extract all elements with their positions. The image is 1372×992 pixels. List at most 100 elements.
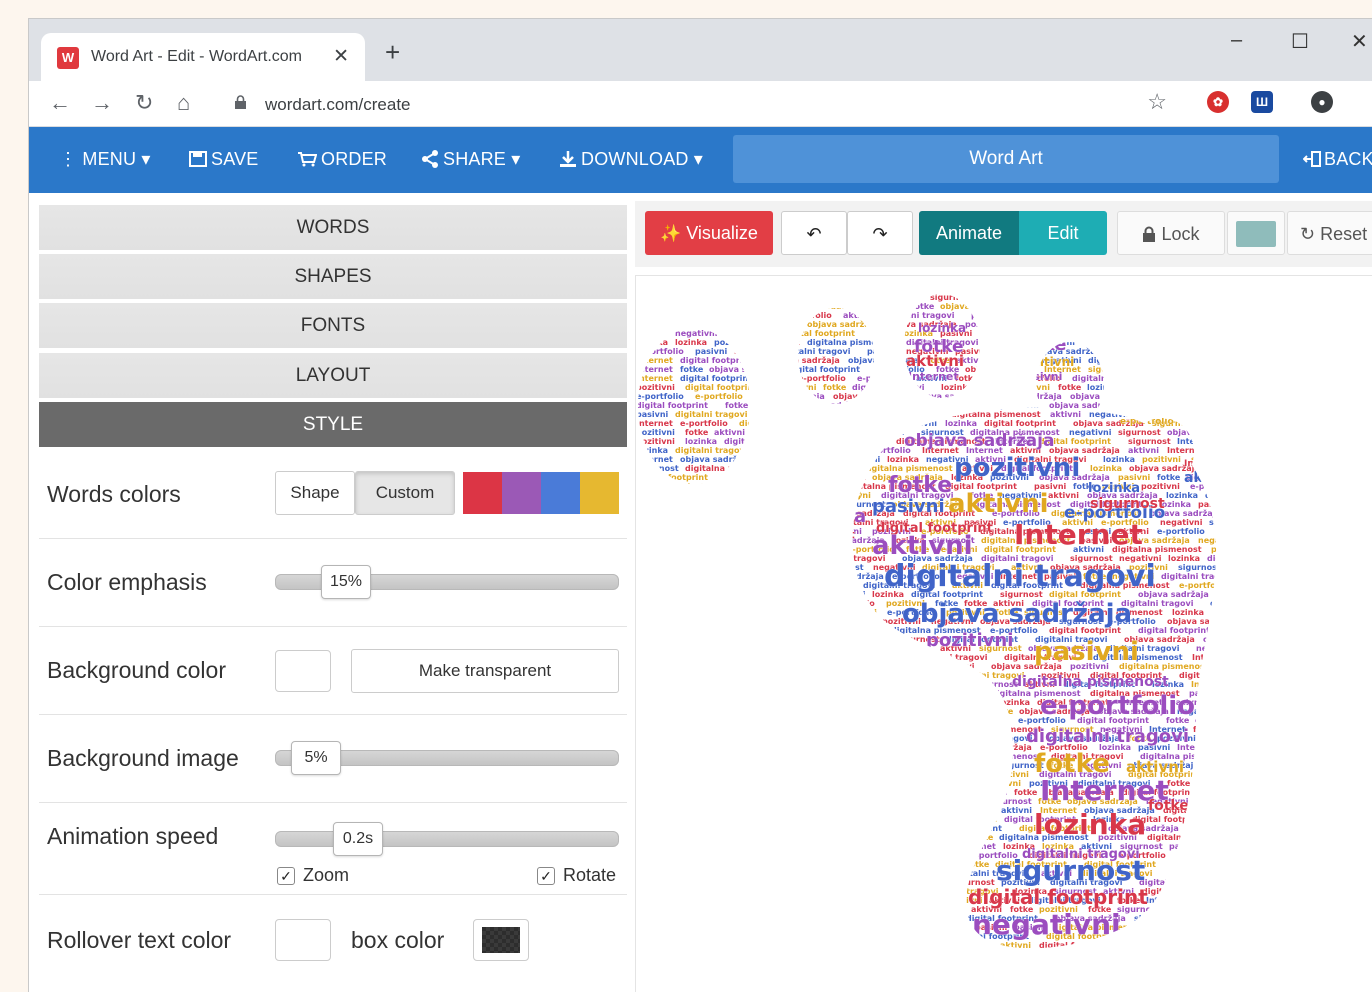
cloud-word: pozitivni	[971, 311, 1010, 320]
cloud-word[interactable]: fotke	[888, 473, 953, 499]
back-arrow-icon[interactable]: ←	[49, 90, 71, 116]
footprint-word-cloud[interactable]: e-portfolio objava sadržaja pasivni objava …	[636, 276, 1372, 992]
cloud-word: digitalni tragovi	[1328, 896, 1372, 905]
accordion-style[interactable]: STYLE	[39, 402, 627, 447]
redo-button[interactable]: ↷	[847, 211, 913, 255]
cloud-word[interactable]: fotke	[786, 477, 862, 508]
cloud-word: digitalni tragovi	[1126, 383, 1199, 392]
forward-arrow-icon[interactable]: →	[91, 90, 113, 116]
palette-swatch[interactable]	[541, 472, 580, 514]
cloud-word[interactable]: pozitivni	[954, 453, 1081, 484]
cloud-word: pozitivni	[1001, 950, 1040, 959]
cloud-word[interactable]: sigurnost	[1090, 496, 1166, 513]
cloud-word[interactable]: objava sadržaja	[902, 599, 1133, 630]
save-button[interactable]: SAVE	[189, 149, 259, 170]
animation-speed-handle[interactable]: 0.2s	[333, 822, 383, 856]
extension-icon[interactable]: Ш	[1251, 91, 1273, 113]
cloud-word[interactable]: pozitivni	[926, 630, 1014, 652]
cloud-word[interactable]: fotke	[1014, 334, 1067, 356]
cloud-word[interactable]: pasivni	[984, 947, 1073, 972]
address-bar[interactable]: wordart.com/create ☆	[221, 87, 1191, 121]
cloud-word[interactable]: Internet	[908, 370, 959, 384]
animation-speed-slider[interactable]	[275, 831, 619, 847]
cloud-word[interactable]: pasivni	[1018, 370, 1063, 384]
visualize-button[interactable]: ✨ Visualize	[645, 211, 773, 255]
accordion-shapes[interactable]: SHAPES	[39, 254, 627, 299]
cloud-word[interactable]: lozinka	[1016, 324, 1057, 336]
zoom-checkbox[interactable]: ✓	[277, 867, 295, 885]
cloud-word[interactable]: digitalna pismenost	[1012, 674, 1170, 691]
cloud-word[interactable]: lozinka	[1088, 481, 1141, 497]
tab-close-icon[interactable]: ✕	[333, 45, 349, 68]
cloud-word[interactable]: objava sadržaja	[904, 431, 1055, 452]
edit-button[interactable]: Edit	[1019, 211, 1107, 255]
cloud-word: objava sadržaja	[793, 734, 864, 743]
cloud-word[interactable]: pasivni	[1034, 637, 1140, 668]
palette-swatch[interactable]	[463, 472, 502, 514]
wordart-canvas[interactable]: e-portfolio objava sadržaja pasivni objava …	[635, 275, 1372, 992]
cloud-word[interactable]: sigurnost	[796, 528, 855, 542]
animate-button[interactable]: Animate	[919, 211, 1019, 255]
cloud-word[interactable]: pasivni	[1116, 393, 1185, 414]
cloud-word[interactable]: aktivni	[1184, 470, 1238, 487]
custom-colors-button[interactable]: Custom	[355, 471, 455, 515]
color-palette[interactable]	[463, 472, 619, 514]
cloud-word[interactable]: e-portfolio	[1040, 691, 1196, 722]
minimize-icon[interactable]: –	[1231, 29, 1242, 52]
cloud-word[interactable]: digitalni tragovi	[884, 559, 1156, 595]
shape-colors-button[interactable]: Shape	[275, 471, 355, 515]
cloud-word: lozinka	[828, 419, 860, 428]
cloud-word[interactable]: e-portfolio	[1120, 417, 1174, 428]
cloud-word[interactable]: digitalni tragovi	[1026, 726, 1190, 748]
cloud-word[interactable]: pozitivni	[786, 460, 859, 479]
download-button[interactable]: DOWNLOAD ▾	[559, 149, 703, 170]
cloud-word[interactable]: Internet	[1184, 459, 1226, 470]
cloud-word[interactable]: lozinka	[794, 506, 867, 528]
window-close-icon[interactable]: ✕	[1351, 29, 1368, 54]
accordion-layout[interactable]: LAYOUT	[39, 353, 627, 398]
cloud-word[interactable]: pasivni	[872, 496, 945, 518]
shield-extension-icon[interactable]: ✿	[1207, 91, 1229, 113]
reset-button[interactable]: ↻ Reset	[1287, 211, 1372, 255]
color-emphasis-handle[interactable]: 15%	[321, 565, 371, 599]
palette-swatch[interactable]	[580, 472, 619, 514]
bookmark-star-icon[interactable]: ☆	[1147, 89, 1167, 115]
cloud-word[interactable]: pozitivni	[1016, 355, 1075, 370]
cloud-word[interactable]: aktivni	[872, 531, 973, 562]
palette-swatch[interactable]	[502, 472, 541, 514]
share-button[interactable]: SHARE ▾	[421, 149, 520, 170]
cloud-word[interactable]: aktivni	[948, 489, 1049, 520]
rotate-checkbox[interactable]: ✓	[537, 867, 555, 885]
undo-button[interactable]: ↶	[781, 211, 847, 255]
order-button[interactable]: ORDER	[297, 149, 387, 170]
maximize-icon[interactable]: ☐	[1291, 29, 1309, 54]
cloud-word: negativni	[1317, 662, 1360, 671]
cloud-word[interactable]: negativni	[972, 908, 1121, 942]
browser-tab[interactable]: W Word Art - Edit - WordArt.com ✕	[41, 33, 365, 81]
profile-avatar-icon[interactable]: ●	[1311, 91, 1333, 113]
accordion-words[interactable]: WORDS	[39, 205, 627, 250]
back-button[interactable]: BACK	[1302, 149, 1372, 170]
cloud-word[interactable]: sigurnost	[996, 854, 1146, 888]
cloud-word[interactable]: aktivni	[906, 352, 965, 371]
make-transparent-button[interactable]: Make transparent	[351, 649, 619, 693]
cloud-word[interactable]: lozinka	[1034, 808, 1147, 842]
cloud-word[interactable]: fotke	[1148, 798, 1189, 815]
background-color-picker[interactable]	[275, 650, 331, 692]
background-image-handle[interactable]: 5%	[291, 741, 341, 775]
wordart-title-field[interactable]: Word Art	[733, 135, 1279, 183]
cloud-word: Internet	[1235, 680, 1272, 689]
home-icon[interactable]: ⌂	[177, 90, 190, 116]
reload-icon[interactable]: ↻	[135, 90, 153, 116]
cloud-word[interactable]: Internet	[1014, 518, 1143, 552]
rollover-text-color-picker[interactable]	[275, 919, 331, 961]
menu-button[interactable]: ⋮ MENU ▾	[59, 149, 151, 170]
lock-button[interactable]: Lock	[1117, 211, 1225, 255]
cloud-word[interactable]: digital footprint	[968, 885, 1149, 910]
color-swatch-button[interactable]	[1227, 211, 1285, 255]
new-tab-icon[interactable]: +	[385, 39, 400, 65]
accordion-fonts[interactable]: FONTS	[39, 303, 627, 348]
box-color-picker[interactable]	[473, 919, 529, 961]
cloud-word: pasivni	[1360, 860, 1372, 869]
cloud-word[interactable]: lozinka	[918, 321, 967, 336]
